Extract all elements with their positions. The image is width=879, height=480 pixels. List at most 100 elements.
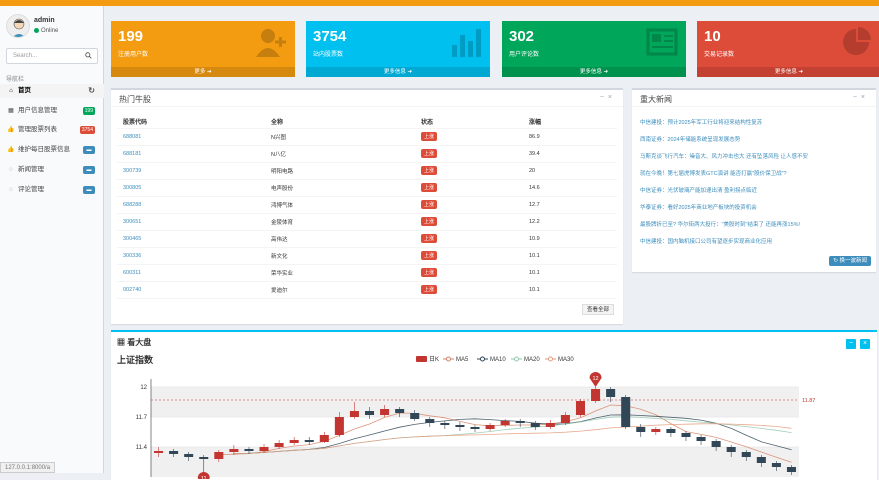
news-link[interactable]: 马斯克谈飞行汽车：噪音大、风力冲击也大 还有坠落风险 让人感不安 xyxy=(640,152,808,160)
collapse-icon[interactable]: − xyxy=(600,94,608,101)
stock-change: 10.1 xyxy=(523,247,617,264)
stat-more-link[interactable]: 更多 ➜ xyxy=(111,67,295,77)
search-icon[interactable] xyxy=(85,52,92,59)
sidebar-item-home[interactable]: ⌂首页↻ xyxy=(0,84,104,98)
stock-code-link[interactable]: 600311 xyxy=(117,264,265,281)
y-tick-label: 11.7 xyxy=(136,415,148,421)
status-bar-url: 127.0.0.1:8000/a xyxy=(0,462,55,473)
candle-body xyxy=(320,435,329,442)
candle-body xyxy=(425,419,434,423)
view-all-button[interactable]: 查看全部 xyxy=(582,304,614,315)
candle-body xyxy=(636,427,645,432)
stock-code-link[interactable]: 688081 xyxy=(117,128,265,145)
grid-icon: ▦ xyxy=(7,104,15,118)
table-row[interactable]: 688288鸿博气体上涨12.7 xyxy=(117,196,617,213)
close-button[interactable]: × xyxy=(860,339,870,349)
stat-value: 10 xyxy=(704,28,721,45)
plot-band xyxy=(151,387,799,417)
avatar xyxy=(6,14,30,38)
sidebar-search-input[interactable]: Search... xyxy=(6,48,98,64)
online-dot-icon xyxy=(34,28,39,33)
min-marker-label: 11 xyxy=(201,476,207,479)
panel-tools: −× xyxy=(600,94,616,101)
candle-body xyxy=(651,429,660,432)
status-badge: 上涨 xyxy=(421,234,437,243)
status-cell: 上涨 xyxy=(415,145,523,162)
news-link[interactable]: 最股牌折已至? 华尔街两大投行："美股时刻"结束了 还能再涨15%! xyxy=(640,220,800,228)
candle-body xyxy=(470,427,479,429)
stock-code-link[interactable]: 300805 xyxy=(117,179,265,196)
stat-more-link[interactable]: 更多信息 ➜ xyxy=(306,67,490,77)
table-row[interactable]: 300805电声股份上涨14.6 xyxy=(117,179,617,196)
table-row[interactable]: 300336新文化上涨 10.1 xyxy=(117,247,617,264)
thumbs-up-icon: 👍 xyxy=(7,143,15,157)
stat-more-link[interactable]: 更多信息 ➜ xyxy=(502,67,686,77)
sidebar-item-daily-info[interactable]: 👍维护每日股票信息▬ xyxy=(0,143,104,157)
hot-stocks-panel: 热门牛股 −× 股票代码 全称 状态 涨幅 688081N兴图上涨86.9688… xyxy=(111,88,623,324)
stock-code-link[interactable]: 688181 xyxy=(117,145,265,162)
close-icon[interactable]: × xyxy=(608,94,616,101)
nav-badge-icon: ▬ xyxy=(83,186,95,194)
stock-name: 新文化 xyxy=(265,247,415,264)
grid-icon: ▦ xyxy=(117,338,127,347)
news-link[interactable]: 华泰证券：看好2025年商业地产板块的投资机会 xyxy=(640,203,757,211)
home-icon: ⌂ xyxy=(7,84,15,98)
stock-code-link[interactable]: 688288 xyxy=(117,196,265,213)
sidebar-item-comments[interactable]: ◌评论管理▬ xyxy=(0,183,104,197)
status-badge: 上涨 xyxy=(421,251,437,260)
refresh-news-label: 换一波新闻 xyxy=(839,258,867,264)
stock-code-link[interactable]: 300739 xyxy=(117,162,265,179)
nav-badge-icon: ▬ xyxy=(83,146,95,154)
table-row[interactable]: 600311荣华实业上涨10.1 xyxy=(117,264,617,281)
stat-box-users: 199 注册用户数 更多 ➜ xyxy=(111,21,295,77)
status-cell: 上涨 xyxy=(415,162,523,179)
stat-more-link[interactable]: 更多信息 ➜ xyxy=(697,67,879,77)
news-link[interactable]: 中信建投：预计2025年军工行业将迎来结构性复苏 xyxy=(640,118,762,126)
candle-body xyxy=(531,423,540,427)
stock-name: 荣华实业 xyxy=(265,264,415,281)
stock-name: 明阳电路 xyxy=(265,162,415,179)
stock-name: 电声股份 xyxy=(265,179,415,196)
hot-stocks-table: 股票代码 全称 状态 涨幅 688081N兴图上涨86.9688181N八亿上涨… xyxy=(117,116,617,299)
candle-body xyxy=(787,467,796,472)
top-header-bar xyxy=(0,0,879,6)
panel-title: 重大新闻 xyxy=(640,94,672,105)
candle-body xyxy=(561,415,570,423)
candle-body xyxy=(546,423,555,427)
stock-code-link[interactable]: 002740 xyxy=(117,281,265,298)
news-link[interactable]: 中信证券：光伏玻璃产能加速出清 盈利拐点临近 xyxy=(640,186,757,194)
stock-code-link[interactable]: 300465 xyxy=(117,230,265,247)
pie-chart-icon xyxy=(841,27,873,57)
sidebar-item-news[interactable]: ◌新闻管理▬ xyxy=(0,163,104,177)
stock-change: 39.4 xyxy=(523,145,617,162)
candle-body xyxy=(335,417,344,435)
close-icon[interactable]: × xyxy=(861,94,869,101)
collapse-button[interactable]: − xyxy=(846,339,856,349)
sidebar-item-users[interactable]: ▦用户信息管理199 xyxy=(0,104,104,118)
table-row[interactable]: 300651金陵体育上涨12.2 xyxy=(117,213,617,230)
refresh-news-button[interactable]: ↻ 换一波新闻 xyxy=(829,256,871,266)
legend-marker xyxy=(549,357,553,361)
stock-code-link[interactable]: 300336 xyxy=(117,247,265,264)
table-row[interactable]: 300739明阳电路上涨20 xyxy=(117,162,617,179)
table-row[interactable]: 688081N兴图上涨86.9 xyxy=(117,128,617,145)
candle-body xyxy=(305,440,314,442)
table-row[interactable]: 300465高伟达上涨10.9 xyxy=(117,230,617,247)
news-link[interactable]: 西南证券：2024年储能系统呈现发展态势 xyxy=(640,135,740,143)
status-badge: 上涨 xyxy=(421,132,437,141)
sidebar-item-stocks[interactable]: 👍管理股票列表3754 xyxy=(0,123,104,137)
stock-code-link[interactable]: 300651 xyxy=(117,213,265,230)
refresh-icon[interactable]: ↻ xyxy=(88,84,95,98)
panel-title: 看大盘 xyxy=(127,338,151,347)
table-row[interactable]: 002740爱迪尔上涨10.1 xyxy=(117,281,617,298)
stock-name: 鸿博气体 xyxy=(265,196,415,213)
collapse-icon[interactable]: − xyxy=(853,94,861,101)
sidebar: admin Online Search... 导航栏 ⌂首页↻ ▦用户信息管理1… xyxy=(0,6,104,473)
sidebar-item-label: 评论管理 xyxy=(18,186,44,193)
news-link[interactable]: 就在今晚！第七届虎博发表GTC演讲 能否打赢"股价保卫战"? xyxy=(640,169,787,177)
stock-change: 12.7 xyxy=(523,196,617,213)
news-link[interactable]: 中信建投：国内脑机接口公司有望逐步实现商业化应用 xyxy=(640,237,772,245)
table-row[interactable]: 688181N八亿上涨39.4 xyxy=(117,145,617,162)
candle-body xyxy=(455,425,464,427)
stock-name: 爱迪尔 xyxy=(265,281,415,298)
